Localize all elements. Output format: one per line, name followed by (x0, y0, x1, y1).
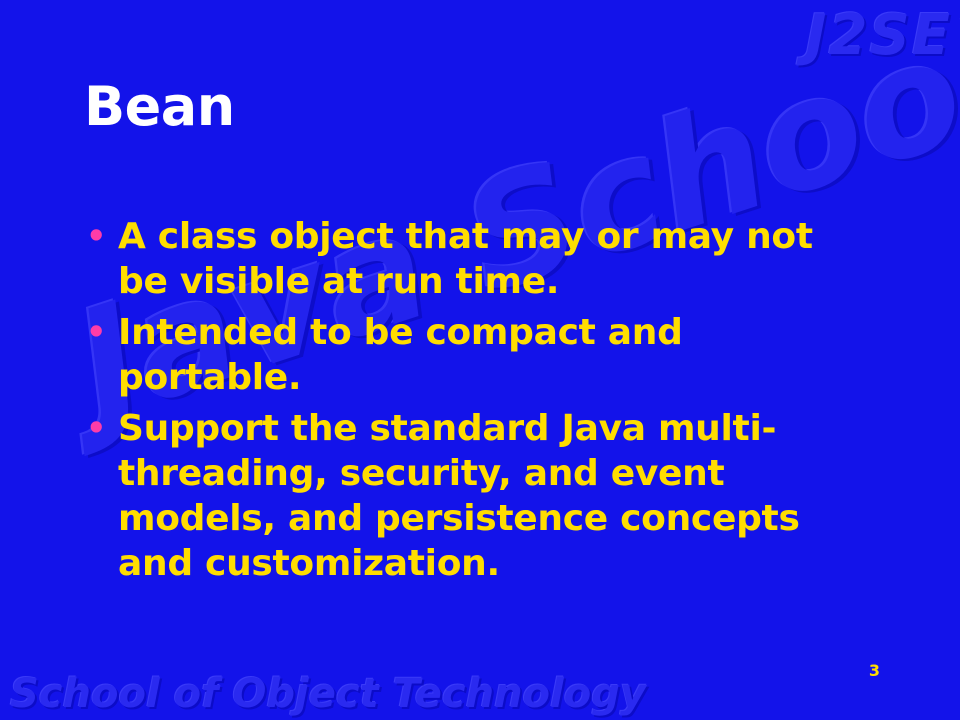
bullet-dot-icon: • (86, 217, 107, 255)
bullet-text: A class object that may or may not be vi… (118, 216, 813, 302)
bullet-dot-icon: • (86, 313, 107, 351)
bullet-text: Intended to be compact and portable. (118, 312, 683, 398)
bullet-item: • A class object that may or may not be … (84, 214, 864, 304)
page-number: 3 (868, 661, 880, 680)
bullet-dot-icon: • (86, 409, 107, 447)
bullet-item: • Support the standard Java multi-thread… (84, 406, 864, 586)
bullet-list: • A class object that may or may not be … (84, 214, 864, 592)
bullet-item: • Intended to be compact and portable. (84, 310, 864, 400)
school-of-object-technology-watermark-logo: School of Object Technology (10, 671, 646, 717)
bullet-text: Support the standard Java multi-threadin… (118, 408, 800, 584)
slide: J2SE Java School School of Object Techno… (0, 0, 960, 720)
slide-title: Bean (84, 75, 235, 138)
